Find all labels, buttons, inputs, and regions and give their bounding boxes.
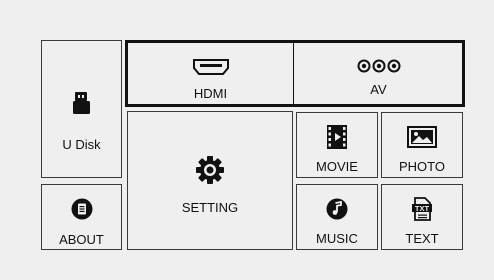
setting-label: SETTING [181, 200, 239, 215]
hdmi-port-icon [192, 59, 229, 75]
svg-text:TXT: TXT [415, 204, 430, 213]
movie-tile[interactable]: MOVIE [296, 112, 378, 178]
u-disk-label: U Disk [62, 137, 101, 152]
txt-file-icon: TXT [412, 197, 432, 221]
hdmi-tile[interactable]: HDMI [128, 43, 294, 104]
music-tile[interactable]: MUSIC [296, 184, 378, 250]
photo-label: PHOTO [399, 159, 445, 174]
setting-tile[interactable]: SETTING [127, 111, 293, 250]
music-label: MUSIC [316, 231, 358, 246]
info-document-icon [71, 198, 92, 220]
music-note-icon [326, 198, 348, 220]
text-tile[interactable]: TXT TEXT [381, 184, 463, 250]
about-tile[interactable]: ABOUT [41, 184, 122, 250]
movie-label: MOVIE [316, 159, 358, 174]
usb-drive-icon [72, 92, 90, 114]
u-disk-tile[interactable]: U Disk [41, 40, 122, 178]
text-label: TEXT [405, 231, 439, 246]
film-icon [327, 125, 347, 149]
about-label: ABOUT [59, 232, 104, 247]
hdmi-label: HDMI [193, 86, 228, 101]
source-menu-screen: { "menu": { "u_disk": { "label": "U Disk… [0, 0, 494, 280]
rca-connectors-icon [357, 59, 400, 73]
av-label: AV [370, 82, 387, 97]
av-tile[interactable]: AV [295, 43, 462, 104]
photo-tile[interactable]: PHOTO [381, 112, 463, 178]
image-icon [407, 126, 437, 148]
gear-icon [196, 156, 224, 184]
